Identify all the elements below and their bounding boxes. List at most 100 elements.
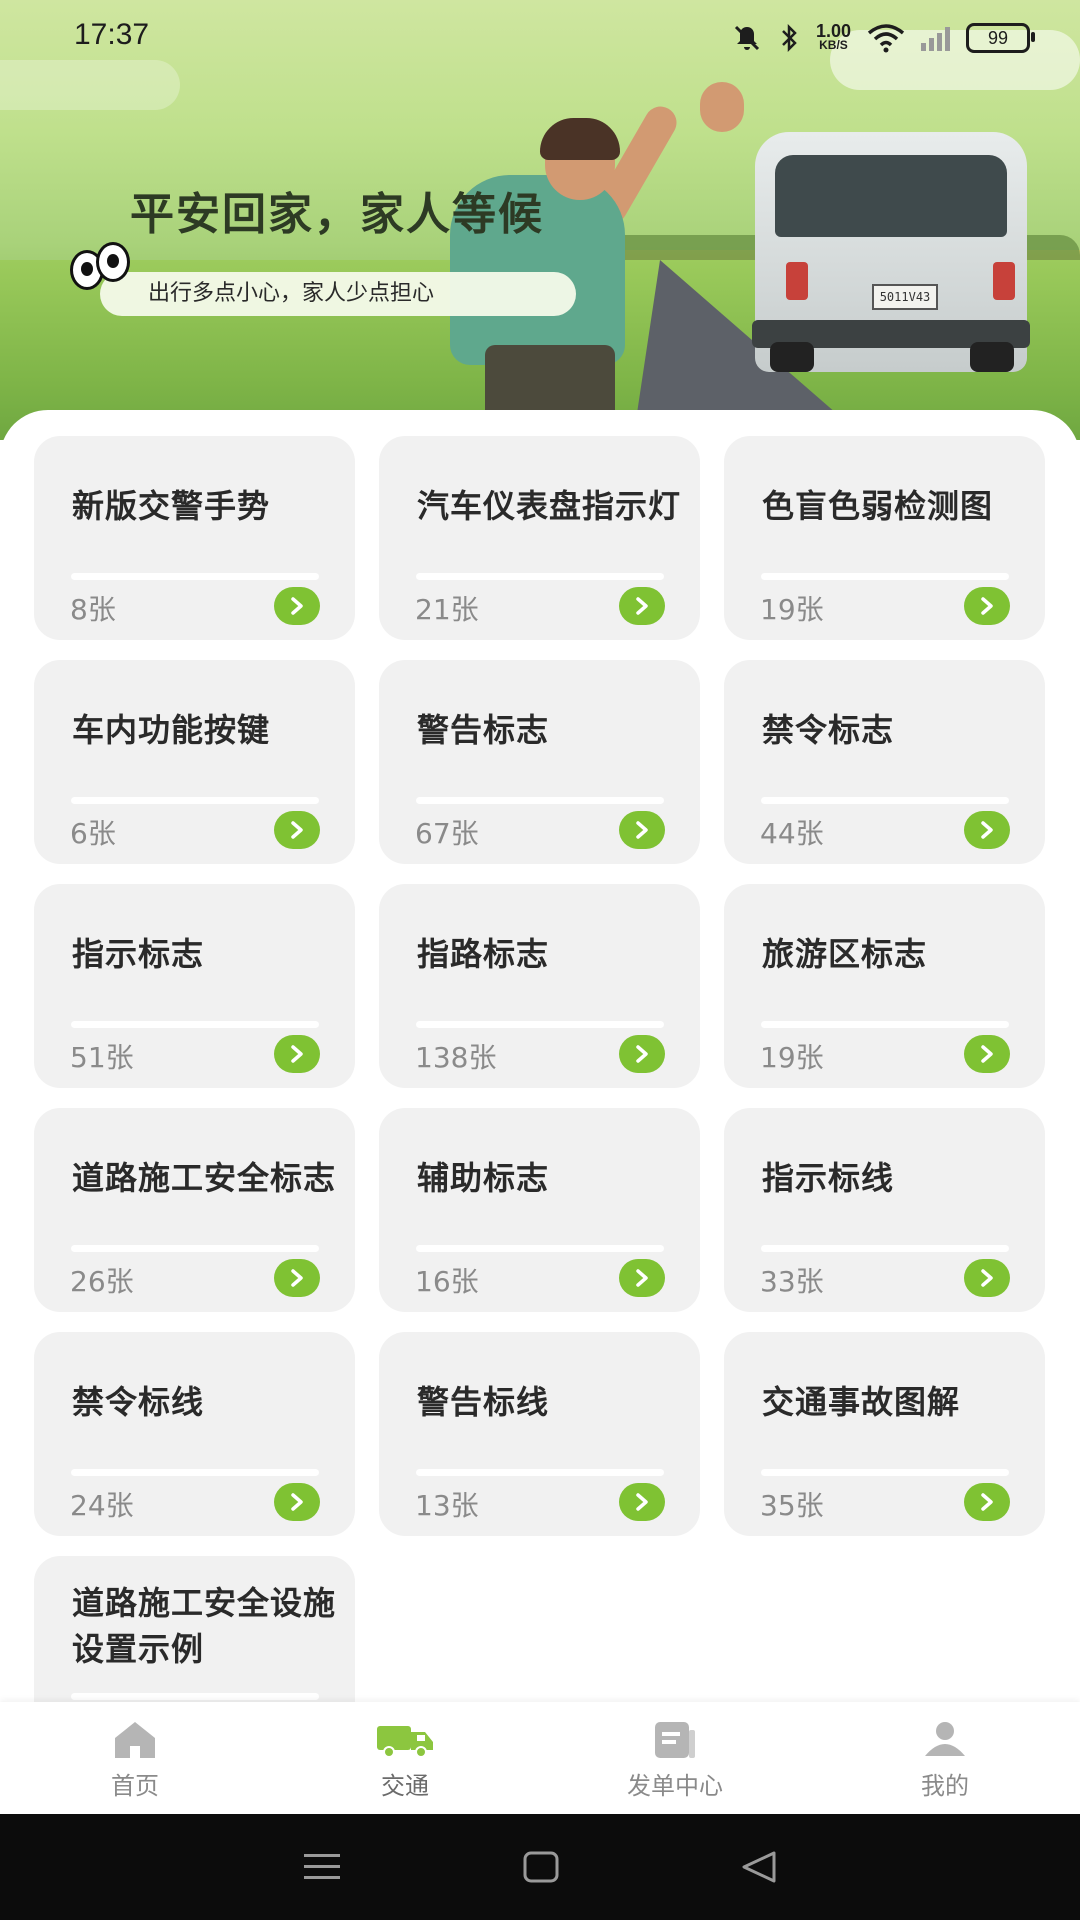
- network-speed: 1.00 KB/S: [815, 21, 851, 52]
- go-button[interactable]: [964, 1035, 1010, 1073]
- category-card[interactable]: 旅游区标志 19张: [724, 884, 1045, 1088]
- nav-home-label: 首页: [111, 1772, 159, 1800]
- card-progress-bar: [416, 1245, 664, 1252]
- category-card[interactable]: 车内功能按键 6张: [34, 660, 355, 864]
- chevron-right-icon: [291, 1269, 303, 1287]
- category-card[interactable]: 禁令标线 24张: [34, 1332, 355, 1536]
- go-button[interactable]: [274, 1483, 320, 1521]
- chevron-right-icon: [291, 821, 303, 839]
- status-bar: 17:37 1.00 KB/S 99: [0, 0, 1080, 76]
- nav-profile[interactable]: 我的: [810, 1702, 1080, 1814]
- card-title: 禁令标志: [762, 711, 895, 749]
- go-button[interactable]: [964, 587, 1010, 625]
- card-title: 道路施工安全设施设置示例: [72, 1584, 337, 1668]
- card-progress-bar: [71, 797, 319, 804]
- chevron-right-icon: [291, 1045, 303, 1063]
- card-progress-bar: [416, 797, 664, 804]
- card-title: 车内功能按键: [72, 711, 271, 749]
- chevron-right-icon: [981, 1493, 993, 1511]
- card-count: 13张: [415, 1489, 479, 1522]
- category-card[interactable]: 指路标志 138张: [379, 884, 700, 1088]
- card-count: 6张: [70, 817, 116, 850]
- category-card[interactable]: 警告标志 67张: [379, 660, 700, 864]
- card-title: 旅游区标志: [762, 935, 928, 973]
- go-button[interactable]: [619, 811, 665, 849]
- card-count: 138张: [415, 1041, 497, 1074]
- chevron-right-icon: [981, 1045, 993, 1063]
- bluetooth-icon: [782, 23, 797, 53]
- go-button[interactable]: [619, 1035, 665, 1073]
- chevron-right-icon: [981, 597, 993, 615]
- card-count: 16张: [415, 1265, 479, 1298]
- card-title: 警告标志: [417, 711, 550, 749]
- go-button[interactable]: [619, 587, 665, 625]
- go-button[interactable]: [274, 587, 320, 625]
- card-progress-bar: [761, 797, 1009, 804]
- card-count: 35张: [760, 1489, 824, 1522]
- category-card[interactable]: 警告标线 13张: [379, 1332, 700, 1536]
- go-button[interactable]: [274, 1259, 320, 1297]
- card-count: 19张: [760, 1041, 824, 1074]
- go-button[interactable]: [274, 811, 320, 849]
- card-title: 警告标线: [417, 1383, 550, 1421]
- chevron-right-icon: [291, 1493, 303, 1511]
- category-card[interactable]: 色盲色弱检测图 19张: [724, 436, 1045, 640]
- bottom-nav: 首页 交通 发单中心 我的: [0, 1702, 1080, 1814]
- card-title: 指示标志: [72, 935, 205, 973]
- card-title: 道路施工安全标志: [72, 1159, 337, 1197]
- menu-icon[interactable]: [302, 1850, 342, 1884]
- go-button[interactable]: [274, 1035, 320, 1073]
- card-progress-bar: [416, 1021, 664, 1028]
- category-card[interactable]: 指示标志 51张: [34, 884, 355, 1088]
- user-icon: [925, 1722, 965, 1756]
- category-panel: 新版交警手势 8张 汽车仪表盘指示灯 21张 色盲色弱检测图 19张 车内功能按键 6张 警告标…: [0, 410, 1080, 1702]
- chevron-right-icon: [636, 821, 648, 839]
- category-card[interactable]: 辅助标志 16张: [379, 1108, 700, 1312]
- card-progress-bar: [71, 1245, 319, 1252]
- card-title: 汽车仪表盘指示灯: [417, 487, 682, 525]
- nav-traffic-label: 交通: [381, 1772, 429, 1800]
- category-card[interactable]: 汽车仪表盘指示灯 21张: [379, 436, 700, 640]
- document-icon: [655, 1722, 695, 1758]
- nav-traffic[interactable]: 交通: [270, 1702, 540, 1814]
- card-title: 指示标线: [762, 1159, 895, 1197]
- card-title: 辅助标志: [417, 1159, 550, 1197]
- card-count: 26张: [70, 1265, 134, 1298]
- nav-orders[interactable]: 发单中心: [540, 1702, 810, 1814]
- home-button-icon[interactable]: [522, 1850, 560, 1884]
- card-title: 交通事故图解: [762, 1383, 961, 1421]
- card-count: 44张: [760, 817, 824, 850]
- go-button[interactable]: [619, 1483, 665, 1521]
- category-card[interactable]: 禁令标志 44张: [724, 660, 1045, 864]
- card-title: 新版交警手势: [72, 487, 271, 525]
- category-card[interactable]: 交通事故图解 35张: [724, 1332, 1045, 1536]
- card-progress-bar: [71, 1469, 319, 1476]
- chevron-right-icon: [636, 1269, 648, 1287]
- nav-home[interactable]: 首页: [0, 1702, 270, 1814]
- card-progress-bar: [71, 1021, 319, 1028]
- category-card[interactable]: 道路施工安全标志 26张: [34, 1108, 355, 1312]
- card-count: 33张: [760, 1265, 824, 1298]
- home-icon: [115, 1722, 155, 1758]
- system-nav-bar: [0, 1814, 1080, 1920]
- category-card[interactable]: 指示标线 33张: [724, 1108, 1045, 1312]
- card-progress-bar: [416, 573, 664, 580]
- card-progress-bar: [761, 573, 1009, 580]
- card-count: 8张: [70, 593, 116, 626]
- eyes-icon: [70, 240, 132, 292]
- card-title: 指路标志: [417, 935, 550, 973]
- nav-profile-label: 我的: [921, 1772, 969, 1800]
- go-button[interactable]: [964, 811, 1010, 849]
- go-button[interactable]: [619, 1259, 665, 1297]
- truck-icon: [377, 1726, 433, 1758]
- go-button[interactable]: [964, 1259, 1010, 1297]
- category-card[interactable]: 道路施工安全设施设置示例: [34, 1556, 355, 1702]
- card-progress-bar: [761, 1021, 1009, 1028]
- card-count: 24张: [70, 1489, 134, 1522]
- category-card[interactable]: 新版交警手势 8张: [34, 436, 355, 640]
- battery-icon: 99: [966, 23, 1035, 53]
- go-button[interactable]: [964, 1483, 1010, 1521]
- license-plate: 5011V43: [872, 284, 938, 310]
- card-progress-bar: [761, 1469, 1009, 1476]
- back-icon[interactable]: [740, 1850, 778, 1884]
